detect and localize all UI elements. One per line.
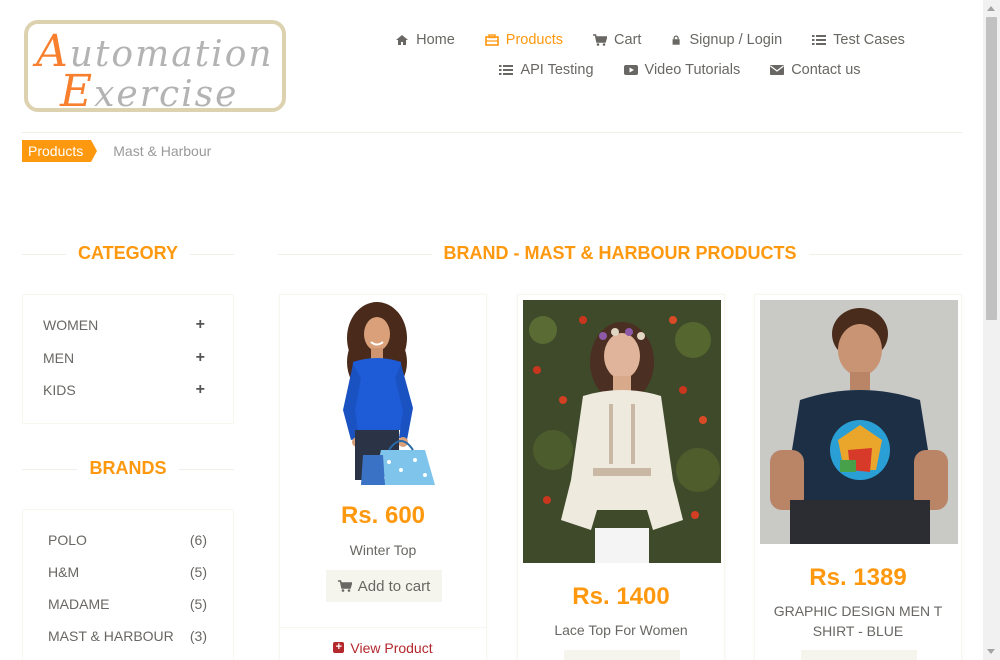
vertical-scrollbar[interactable] bbox=[983, 0, 1000, 660]
brands-heading: Brands bbox=[22, 458, 234, 479]
product-image bbox=[760, 300, 958, 544]
category-item-label: KIDS bbox=[43, 382, 76, 399]
product-name: GRAPHIC DESIGN MEN T SHIRT - BLUE bbox=[773, 603, 943, 639]
product-card: Rs. 1389 GRAPHIC DESIGN MEN T SHIRT - BL… bbox=[754, 294, 962, 660]
nav-api-testing-label: API Testing bbox=[520, 62, 594, 78]
category-item-label: WOMEN bbox=[43, 317, 99, 334]
youtube-icon bbox=[623, 65, 638, 75]
nav-row-1: Home Products Cart Signup / Login Test C… bbox=[340, 28, 960, 52]
nav-api-testing[interactable]: API Testing bbox=[484, 58, 608, 82]
brand-item-madame[interactable]: MADAME (5) bbox=[23, 588, 233, 620]
product-price: Rs. 1389 bbox=[809, 564, 907, 591]
brand-item-hm[interactable]: H&M (5) bbox=[23, 556, 233, 588]
brand-item-mast-harbour[interactable]: MAST & HARBOUR (3) bbox=[23, 620, 233, 652]
add-to-cart-label: Add to cart bbox=[357, 577, 431, 595]
category-heading: Category bbox=[22, 243, 234, 264]
brand-count: (6) bbox=[189, 532, 207, 548]
add-to-cart-button[interactable] bbox=[564, 650, 680, 660]
category-item-kids[interactable]: KIDS + bbox=[23, 374, 233, 407]
plus-icon[interactable]: + bbox=[196, 381, 205, 399]
product-card: Rs. 1400 Lace Top For Women bbox=[517, 294, 725, 660]
nav-signup-login[interactable]: Signup / Login bbox=[656, 28, 797, 52]
scroll-down-arrow-icon[interactable] bbox=[983, 643, 1000, 660]
scroll-up-arrow-icon[interactable] bbox=[983, 0, 1000, 17]
view-product-label: View Product bbox=[350, 639, 433, 656]
product-price: Rs. 600 bbox=[340, 502, 426, 529]
brand-count: (3) bbox=[189, 628, 207, 644]
nav-home[interactable]: Home bbox=[380, 28, 470, 52]
product-image bbox=[523, 300, 721, 563]
product-name: Winter Top bbox=[349, 542, 417, 558]
main-nav: Home Products Cart Signup / Login Test C… bbox=[340, 28, 960, 82]
cart-icon bbox=[337, 580, 352, 592]
category-panel: WOMEN + MEN + KIDS + bbox=[22, 294, 234, 424]
brand-count: (5) bbox=[189, 564, 207, 580]
brand-count: (5) bbox=[189, 596, 207, 612]
add-to-cart-button[interactable] bbox=[801, 650, 917, 660]
breadcrumb: Products Mast & Harbour bbox=[22, 140, 211, 162]
breadcrumb-current: Mast & Harbour bbox=[113, 143, 212, 159]
add-to-cart-button[interactable]: Add to cart bbox=[326, 570, 442, 602]
nav-test-cases-label: Test Cases bbox=[833, 32, 905, 48]
scroll-thumb[interactable] bbox=[986, 17, 997, 320]
product-name: Lace Top For Women bbox=[554, 622, 688, 638]
logo-line-2: Exercise bbox=[60, 66, 239, 112]
envelope-icon bbox=[770, 65, 785, 75]
nav-video-tutorials-label: Video Tutorials bbox=[644, 62, 741, 78]
view-product-link[interactable]: + View Product bbox=[280, 627, 486, 660]
plus-square-icon: + bbox=[333, 642, 345, 653]
products-heading: Brand - Mast & Harbour Products bbox=[278, 243, 962, 264]
list-icon bbox=[499, 65, 514, 75]
list-icon bbox=[812, 35, 827, 45]
category-item-men[interactable]: MEN + bbox=[23, 342, 233, 375]
nav-cart-label: Cart bbox=[614, 32, 642, 48]
brand-name: H&M bbox=[48, 564, 80, 580]
plus-icon[interactable]: + bbox=[196, 316, 205, 334]
nav-contact-us[interactable]: Contact us bbox=[755, 58, 875, 82]
nav-contact-us-label: Contact us bbox=[791, 62, 861, 78]
products-icon bbox=[484, 34, 499, 46]
nav-row-2: API Testing Video Tutorials Contact us bbox=[340, 58, 960, 82]
brand-item-polo[interactable]: POLO (6) bbox=[23, 524, 233, 556]
plus-icon[interactable]: + bbox=[196, 349, 205, 367]
nav-test-cases[interactable]: Test Cases bbox=[797, 28, 920, 52]
brands-panel: POLO (6) H&M (5) MADAME (5) MAST & HARBO… bbox=[22, 509, 234, 660]
nav-video-tutorials[interactable]: Video Tutorials bbox=[609, 58, 756, 82]
brand-name: POLO bbox=[48, 532, 87, 548]
product-card: Rs. 600 Winter Top Add to cart + View Pr… bbox=[279, 294, 487, 660]
site-logo[interactable]: Automation Exercise bbox=[24, 20, 286, 112]
cart-icon bbox=[593, 34, 608, 46]
category-item-women[interactable]: WOMEN + bbox=[23, 309, 233, 342]
nav-products-label: Products bbox=[505, 32, 564, 48]
header-divider bbox=[22, 132, 962, 133]
product-image bbox=[285, 300, 483, 485]
brand-name: MADAME bbox=[48, 596, 110, 612]
lock-icon bbox=[673, 35, 681, 45]
category-item-label: MEN bbox=[43, 349, 75, 366]
nav-signup-login-label: Signup / Login bbox=[689, 32, 783, 48]
nav-home-label: Home bbox=[416, 32, 455, 48]
breadcrumb-products[interactable]: Products bbox=[22, 140, 98, 162]
home-icon bbox=[396, 35, 409, 45]
nav-products[interactable]: Products bbox=[470, 28, 578, 52]
brand-name: MAST & HARBOUR bbox=[48, 628, 174, 644]
nav-cart[interactable]: Cart bbox=[578, 28, 656, 52]
product-price: Rs. 1400 bbox=[572, 583, 670, 610]
